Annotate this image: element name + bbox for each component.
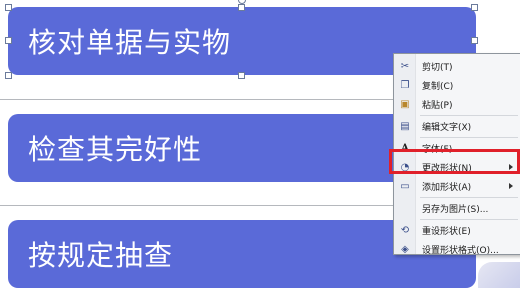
copy-icon: ❐ [400, 80, 410, 91]
menu-item-label: 粘贴(P) [422, 101, 453, 111]
menu-item-label: 剪切(T) [422, 63, 453, 73]
menu-item-label: 添加形状(A) [422, 183, 472, 193]
reset-shape-icon: ⟲ [400, 225, 410, 236]
menu-item-edit-text[interactable]: ▤ 编辑文字(X) [394, 117, 520, 136]
submenu-arrow-icon [509, 183, 513, 189]
shape-text[interactable]: 检查其完好性 [28, 128, 202, 168]
highlight-box [389, 149, 520, 174]
menu-item-label: 另存为图片(S)... [422, 205, 489, 215]
menu-separator [420, 197, 518, 198]
paste-icon: ▣ [400, 99, 410, 110]
resize-handle-top-right[interactable] [471, 4, 478, 11]
menu-item-cut[interactable]: ✂ 剪切(T) [394, 57, 520, 76]
resize-handle-top[interactable] [238, 4, 245, 11]
shape-text[interactable]: 核对单据与实物 [28, 21, 231, 61]
menu-separator [420, 137, 518, 138]
menu-item-label: 复制(C) [422, 82, 454, 92]
menu-item-add-shape[interactable]: ▭ 添加形状(A) [394, 177, 520, 196]
resize-handle-top-left[interactable] [5, 4, 12, 11]
menu-item-reset-shape[interactable]: ⟲ 重设形状(E) [394, 221, 520, 240]
menu-item-copy[interactable]: ❐ 复制(C) [394, 76, 520, 95]
resize-handle-bottom-left[interactable] [5, 72, 12, 79]
menu-separator [420, 115, 518, 116]
shape-text[interactable]: 按规定抽查 [28, 234, 173, 274]
menu-item-label: 设置形状格式(O)... [422, 246, 499, 256]
resize-handle-right[interactable] [471, 37, 478, 44]
edit-text-icon: ▤ [400, 121, 410, 132]
resize-handle-bottom[interactable] [238, 72, 245, 79]
menu-separator [420, 219, 518, 220]
menu-item-save-as-picture[interactable]: 另存为图片(S)... [394, 199, 520, 218]
add-shape-icon: ▭ [400, 181, 410, 192]
decorative-corner [478, 262, 520, 288]
menu-item-format-shape[interactable]: ◈ 设置形状格式(O)... [394, 240, 520, 259]
menu-item-label: 重设形状(E) [422, 227, 471, 237]
menu-item-paste[interactable]: ▣ 粘贴(P) [394, 95, 520, 114]
format-shape-icon: ◈ [401, 244, 409, 255]
scissors-icon: ✂ [400, 61, 410, 72]
menu-item-label: 编辑文字(X) [422, 123, 472, 133]
resize-handle-left[interactable] [5, 37, 12, 44]
